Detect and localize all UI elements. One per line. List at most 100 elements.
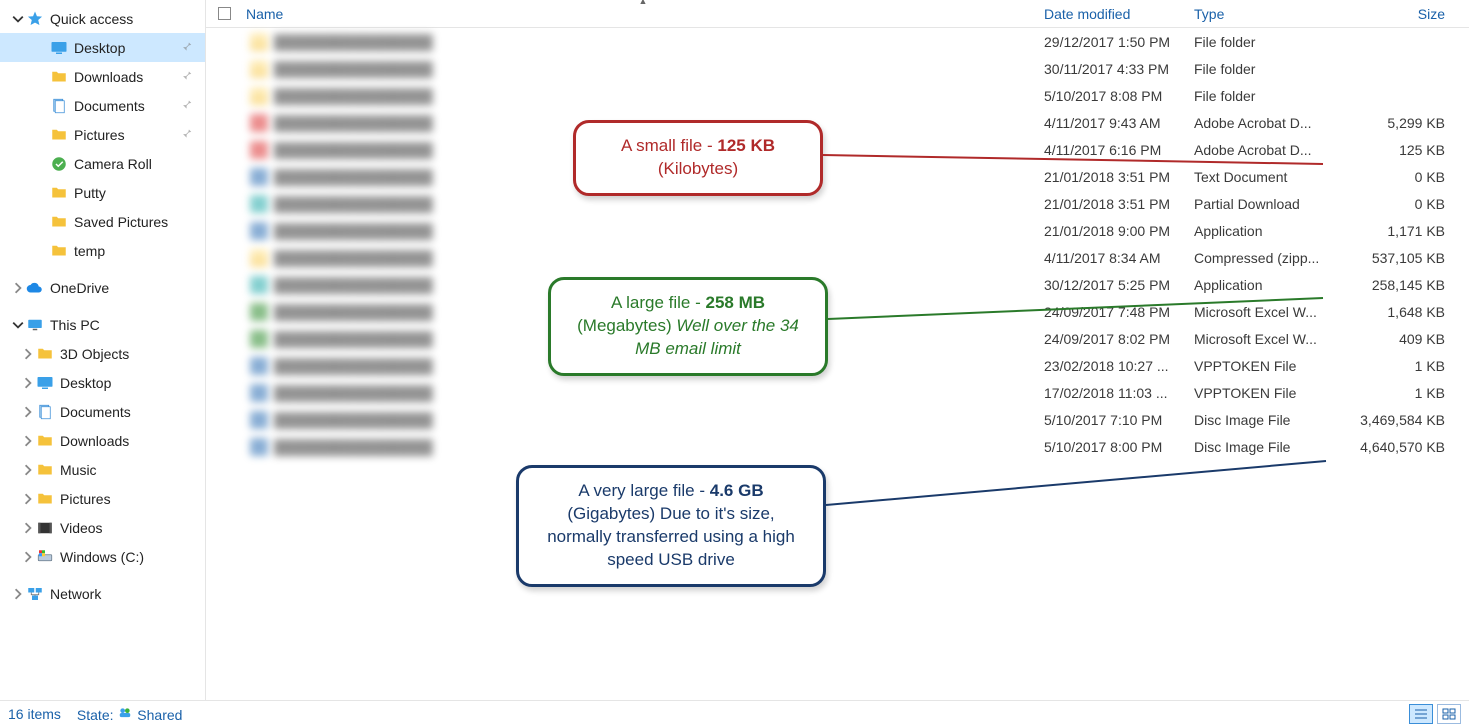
file-row[interactable]: ████████████████23/02/2018 10:27 ...VPPT…	[206, 352, 1469, 379]
file-list-panel: ▲Name Date modified Type Size ██████████…	[205, 0, 1469, 700]
tree-label: Music	[60, 462, 97, 478]
sidebar-item-savedpictures[interactable]: Saved Pictures	[0, 207, 205, 236]
cell-date: 4/11/2017 9:43 AM	[1044, 115, 1194, 131]
status-item-count: 16 items	[8, 706, 61, 722]
column-headers: ▲Name Date modified Type Size	[206, 0, 1469, 28]
sidebar-item-pc-downloads[interactable]: Downloads	[0, 426, 205, 455]
callout-very-large-file: A very large file - 4.6 GB (Gigabytes) D…	[516, 465, 826, 587]
file-row[interactable]: ████████████████30/11/2017 4:33 PMFile f…	[206, 55, 1469, 82]
chevron-right-icon	[12, 588, 24, 600]
sidebar-item-documents[interactable]: Documents	[0, 91, 205, 120]
sort-asc-icon: ▲	[639, 0, 648, 6]
tree-label: Putty	[74, 185, 106, 201]
file-row[interactable]: ████████████████4/11/2017 6:16 PMAdobe A…	[206, 136, 1469, 163]
chevron-right-icon	[22, 406, 34, 418]
folder-icon	[36, 432, 54, 450]
sidebar-item-pc-documents[interactable]: Documents	[0, 397, 205, 426]
file-row[interactable]: ████████████████24/09/2017 7:48 PMMicros…	[206, 298, 1469, 325]
desktop-icon	[36, 374, 54, 392]
sidebar-item-cameraroll[interactable]: Camera Roll	[0, 149, 205, 178]
file-row[interactable]: ████████████████5/10/2017 8:00 PMDisc Im…	[206, 433, 1469, 460]
sidebar-item-pc-cdrive[interactable]: Windows (C:)	[0, 542, 205, 571]
cell-date: 5/10/2017 8:08 PM	[1044, 88, 1194, 104]
cell-type: File folder	[1194, 34, 1339, 50]
tree-onedrive[interactable]: OneDrive	[0, 273, 205, 302]
file-name: ████████████████	[274, 196, 433, 212]
nav-sidebar: Quick access Desktop Downloads Documents…	[0, 0, 205, 700]
file-icon	[250, 438, 268, 456]
file-row[interactable]: ████████████████4/11/2017 9:43 AMAdobe A…	[206, 109, 1469, 136]
file-name: ████████████████	[274, 331, 433, 347]
file-icon	[250, 411, 268, 429]
cell-date: 29/12/2017 1:50 PM	[1044, 34, 1194, 50]
cell-date: 24/09/2017 7:48 PM	[1044, 304, 1194, 320]
tree-quick-access[interactable]: Quick access	[0, 4, 205, 33]
cell-type: Disc Image File	[1194, 439, 1339, 455]
file-row[interactable]: ████████████████4/11/2017 8:34 AMCompres…	[206, 244, 1469, 271]
file-name: ████████████████	[274, 142, 433, 158]
tree-label: Saved Pictures	[74, 214, 168, 230]
tree-network[interactable]: Network	[0, 579, 205, 608]
shared-icon	[117, 706, 133, 720]
sidebar-item-desktop[interactable]: Desktop	[0, 33, 205, 62]
file-row[interactable]: ████████████████17/02/2018 11:03 ...VPPT…	[206, 379, 1469, 406]
sidebar-item-pc-pictures[interactable]: Pictures	[0, 484, 205, 513]
chevron-right-icon	[22, 464, 34, 476]
video-icon	[36, 519, 54, 537]
chevron-down-icon	[12, 13, 24, 25]
cell-type: Partial Download	[1194, 196, 1339, 212]
select-all-checkbox[interactable]	[206, 7, 242, 20]
column-header-size[interactable]: Size	[1339, 6, 1469, 22]
view-thumbnails-button[interactable]	[1437, 704, 1461, 724]
tree-label: Desktop	[60, 375, 111, 391]
file-row[interactable]: ████████████████30/12/2017 5:25 PMApplic…	[206, 271, 1469, 298]
file-row[interactable]: ████████████████21/01/2018 3:51 PMText D…	[206, 163, 1469, 190]
sidebar-item-temp[interactable]: temp	[0, 236, 205, 265]
file-row[interactable]: ████████████████5/10/2017 8:08 PMFile fo…	[206, 82, 1469, 109]
sidebar-item-pc-music[interactable]: Music	[0, 455, 205, 484]
sidebar-item-3dobjects[interactable]: 3D Objects	[0, 339, 205, 368]
cell-type: Text Document	[1194, 169, 1339, 185]
file-row[interactable]: ████████████████29/12/2017 1:50 PMFile f…	[206, 28, 1469, 55]
column-header-name[interactable]: ▲Name	[242, 6, 1044, 22]
file-row[interactable]: ████████████████24/09/2017 8:02 PMMicros…	[206, 325, 1469, 352]
file-icon	[250, 384, 268, 402]
file-rows: ████████████████ 29/12/2017 1:50 PMFile f…	[206, 28, 1469, 460]
file-name: ████████████████	[274, 304, 433, 320]
folder-icon	[50, 126, 68, 144]
sidebar-item-putty[interactable]: Putty	[0, 178, 205, 207]
tree-label: Documents	[60, 404, 131, 420]
cell-type: Microsoft Excel W...	[1194, 331, 1339, 347]
cell-size: 0 KB	[1339, 196, 1469, 212]
sidebar-item-downloads[interactable]: Downloads	[0, 62, 205, 91]
folder-icon	[50, 242, 68, 260]
sidebar-item-pc-videos[interactable]: Videos	[0, 513, 205, 542]
tree-label: This PC	[50, 317, 100, 333]
cell-size: 125 KB	[1339, 142, 1469, 158]
leader-line-navy	[826, 455, 1336, 515]
cell-type: Compressed (zipp...	[1194, 250, 1339, 266]
cell-size: 5,299 KB	[1339, 115, 1469, 131]
cell-date: 4/11/2017 8:34 AM	[1044, 250, 1194, 266]
chevron-down-icon	[12, 319, 24, 331]
folder-icon	[36, 345, 54, 363]
file-icon	[250, 114, 268, 132]
chevron-right-icon	[22, 435, 34, 447]
folder-icon	[50, 184, 68, 202]
cell-date: 23/02/2018 10:27 ...	[1044, 358, 1194, 374]
cell-type: Disc Image File	[1194, 412, 1339, 428]
cell-date: 5/10/2017 7:10 PM	[1044, 412, 1194, 428]
sidebar-item-pc-desktop[interactable]: Desktop	[0, 368, 205, 397]
file-row[interactable]: ████████████████21/01/2018 9:00 PMApplic…	[206, 217, 1469, 244]
cell-size: 409 KB	[1339, 331, 1469, 347]
view-details-button[interactable]	[1409, 704, 1433, 724]
column-header-date[interactable]: Date modified	[1044, 6, 1194, 22]
column-header-type[interactable]: Type	[1194, 6, 1339, 22]
tree-label: Desktop	[74, 40, 125, 56]
cell-date: 17/02/2018 11:03 ...	[1044, 385, 1194, 401]
file-row[interactable]: ████████████████21/01/2018 3:51 PMPartia…	[206, 190, 1469, 217]
sidebar-item-pictures[interactable]: Pictures	[0, 120, 205, 149]
tree-this-pc[interactable]: This PC	[0, 310, 205, 339]
file-icon	[250, 249, 268, 267]
file-row[interactable]: ████████████████5/10/2017 7:10 PMDisc Im…	[206, 406, 1469, 433]
